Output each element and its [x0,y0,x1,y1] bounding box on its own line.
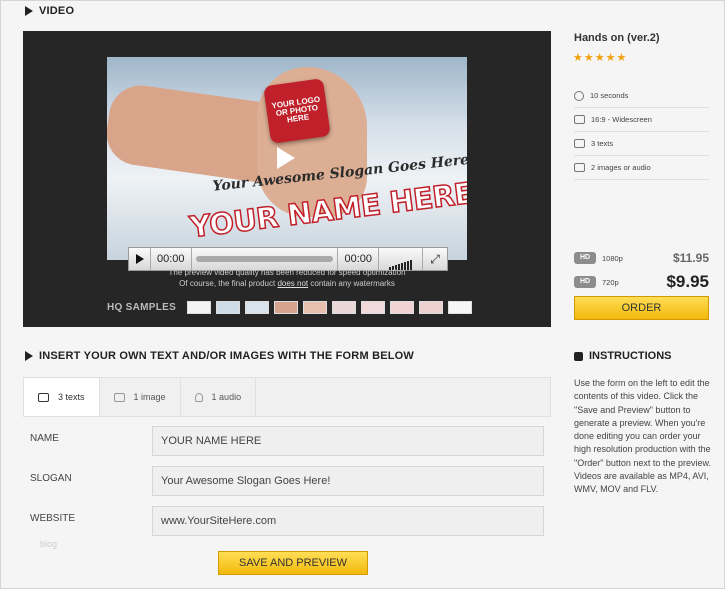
seek-bar[interactable] [195,256,334,262]
triangle-icon [25,351,33,361]
play-icon [135,254,144,264]
sample-thumbnail[interactable] [361,301,385,314]
slogan-label: SLOGAN [30,473,72,484]
tab-label: 1 audio [211,392,242,402]
hd-badge: HD [574,252,596,264]
spec-text: 16:9 - Widescreen [591,115,652,124]
puzzle-icon [574,351,583,361]
order-button[interactable]: ORDER [574,296,709,320]
hq-samples-strip [187,301,472,314]
hd-badge: HD [574,276,596,288]
website-field[interactable] [152,506,544,536]
spec-text: 10 seconds [590,91,629,100]
music-note-icon [194,392,203,402]
resolution-label: 720p [602,277,619,287]
quality-notice: The preview video quality has been reduc… [107,267,467,289]
spec-text: 2 images or audio [591,163,651,172]
notice-line-1: The preview video quality has been reduc… [168,268,406,277]
sample-thumbnail[interactable] [245,301,269,314]
tab-label: 1 image [133,392,166,402]
video-section-heading: VIDEO [25,5,74,17]
spec-aspect-ratio: 16:9 - Widescreen [574,108,709,132]
video-player[interactable]: YOUR LOGO OR PHOTO HERE Your Awesome Slo… [107,57,467,260]
spec-duration: 10 seconds [574,84,709,108]
name-label: NAME [30,433,59,444]
spec-texts: 3 texts [574,132,709,156]
play-overlay-icon[interactable] [277,147,295,169]
sample-thumbnail[interactable] [216,301,240,314]
tab-audio[interactable]: 1 audio [181,378,257,416]
camera-icon [113,392,125,402]
spec-media: 2 images or audio [574,156,709,180]
tab-texts[interactable]: 3 texts [24,378,100,416]
sample-thumbnail[interactable] [419,301,443,314]
instructions-heading: INSTRUCTIONS [574,350,672,362]
logo-line-3: HERE [286,112,310,125]
website-label: WEBSITE [30,513,76,524]
star-rating: ★★★★★ [573,52,628,64]
sample-thumbnail[interactable] [303,301,327,314]
notice-line-2: Of course, the final product does not co… [107,278,467,289]
tab-image[interactable]: 1 image [100,378,181,416]
form-section-heading: INSERT YOUR OWN TEXT AND/OR IMAGES WITH … [25,350,414,362]
video-section-title: VIDEO [39,5,75,17]
price-value: $11.95 [672,251,709,265]
sample-thumbnail[interactable] [332,301,356,314]
notice-suffix: contain any watermarks [308,279,395,288]
hq-samples-label: HQ SAMPLES [107,302,177,313]
sample-thumbnail[interactable] [187,301,211,314]
logo-placeholder: YOUR LOGO OR PHOTO HERE [263,78,331,144]
instructions-text: Use the form on the left to edit the con… [574,378,711,495]
tab-label: 3 texts [58,392,85,402]
content-tabs: 3 texts 1 image 1 audio [23,377,551,417]
resolution-label: 1080p [602,253,623,263]
price-value: $9.95 [666,272,709,291]
blog-text: blog [40,539,58,549]
instructions-title: INSTRUCTIONS [589,350,672,362]
slogan-field[interactable] [152,466,544,496]
triangle-icon [25,6,33,16]
sample-thumbnail[interactable] [448,301,472,314]
video-preview-box: YOUR LOGO OR PHOTO HERE Your Awesome Slo… [23,31,551,327]
form-section-title: INSERT YOUR OWN TEXT AND/OR IMAGES WITH … [39,350,415,362]
sample-thumbnail[interactable] [274,301,298,314]
name-field[interactable] [152,426,544,456]
spec-text: 3 texts [591,139,614,148]
camera-icon [574,163,585,172]
notice-underlined: does not [277,279,309,288]
monitor-icon [574,115,585,124]
speech-bubble-icon [38,392,49,402]
sample-thumbnail[interactable] [390,301,414,314]
speech-bubble-icon [574,139,585,148]
notice-prefix: Of course, the final product [179,279,278,288]
price-720p: HD 720p $9.95 [574,272,709,291]
save-and-preview-button[interactable]: SAVE AND PREVIEW [218,551,368,575]
product-title: Hands on (ver.2) [574,32,660,44]
clock-icon [574,90,584,101]
price-1080p: HD 1080p $11.95 [574,251,709,265]
